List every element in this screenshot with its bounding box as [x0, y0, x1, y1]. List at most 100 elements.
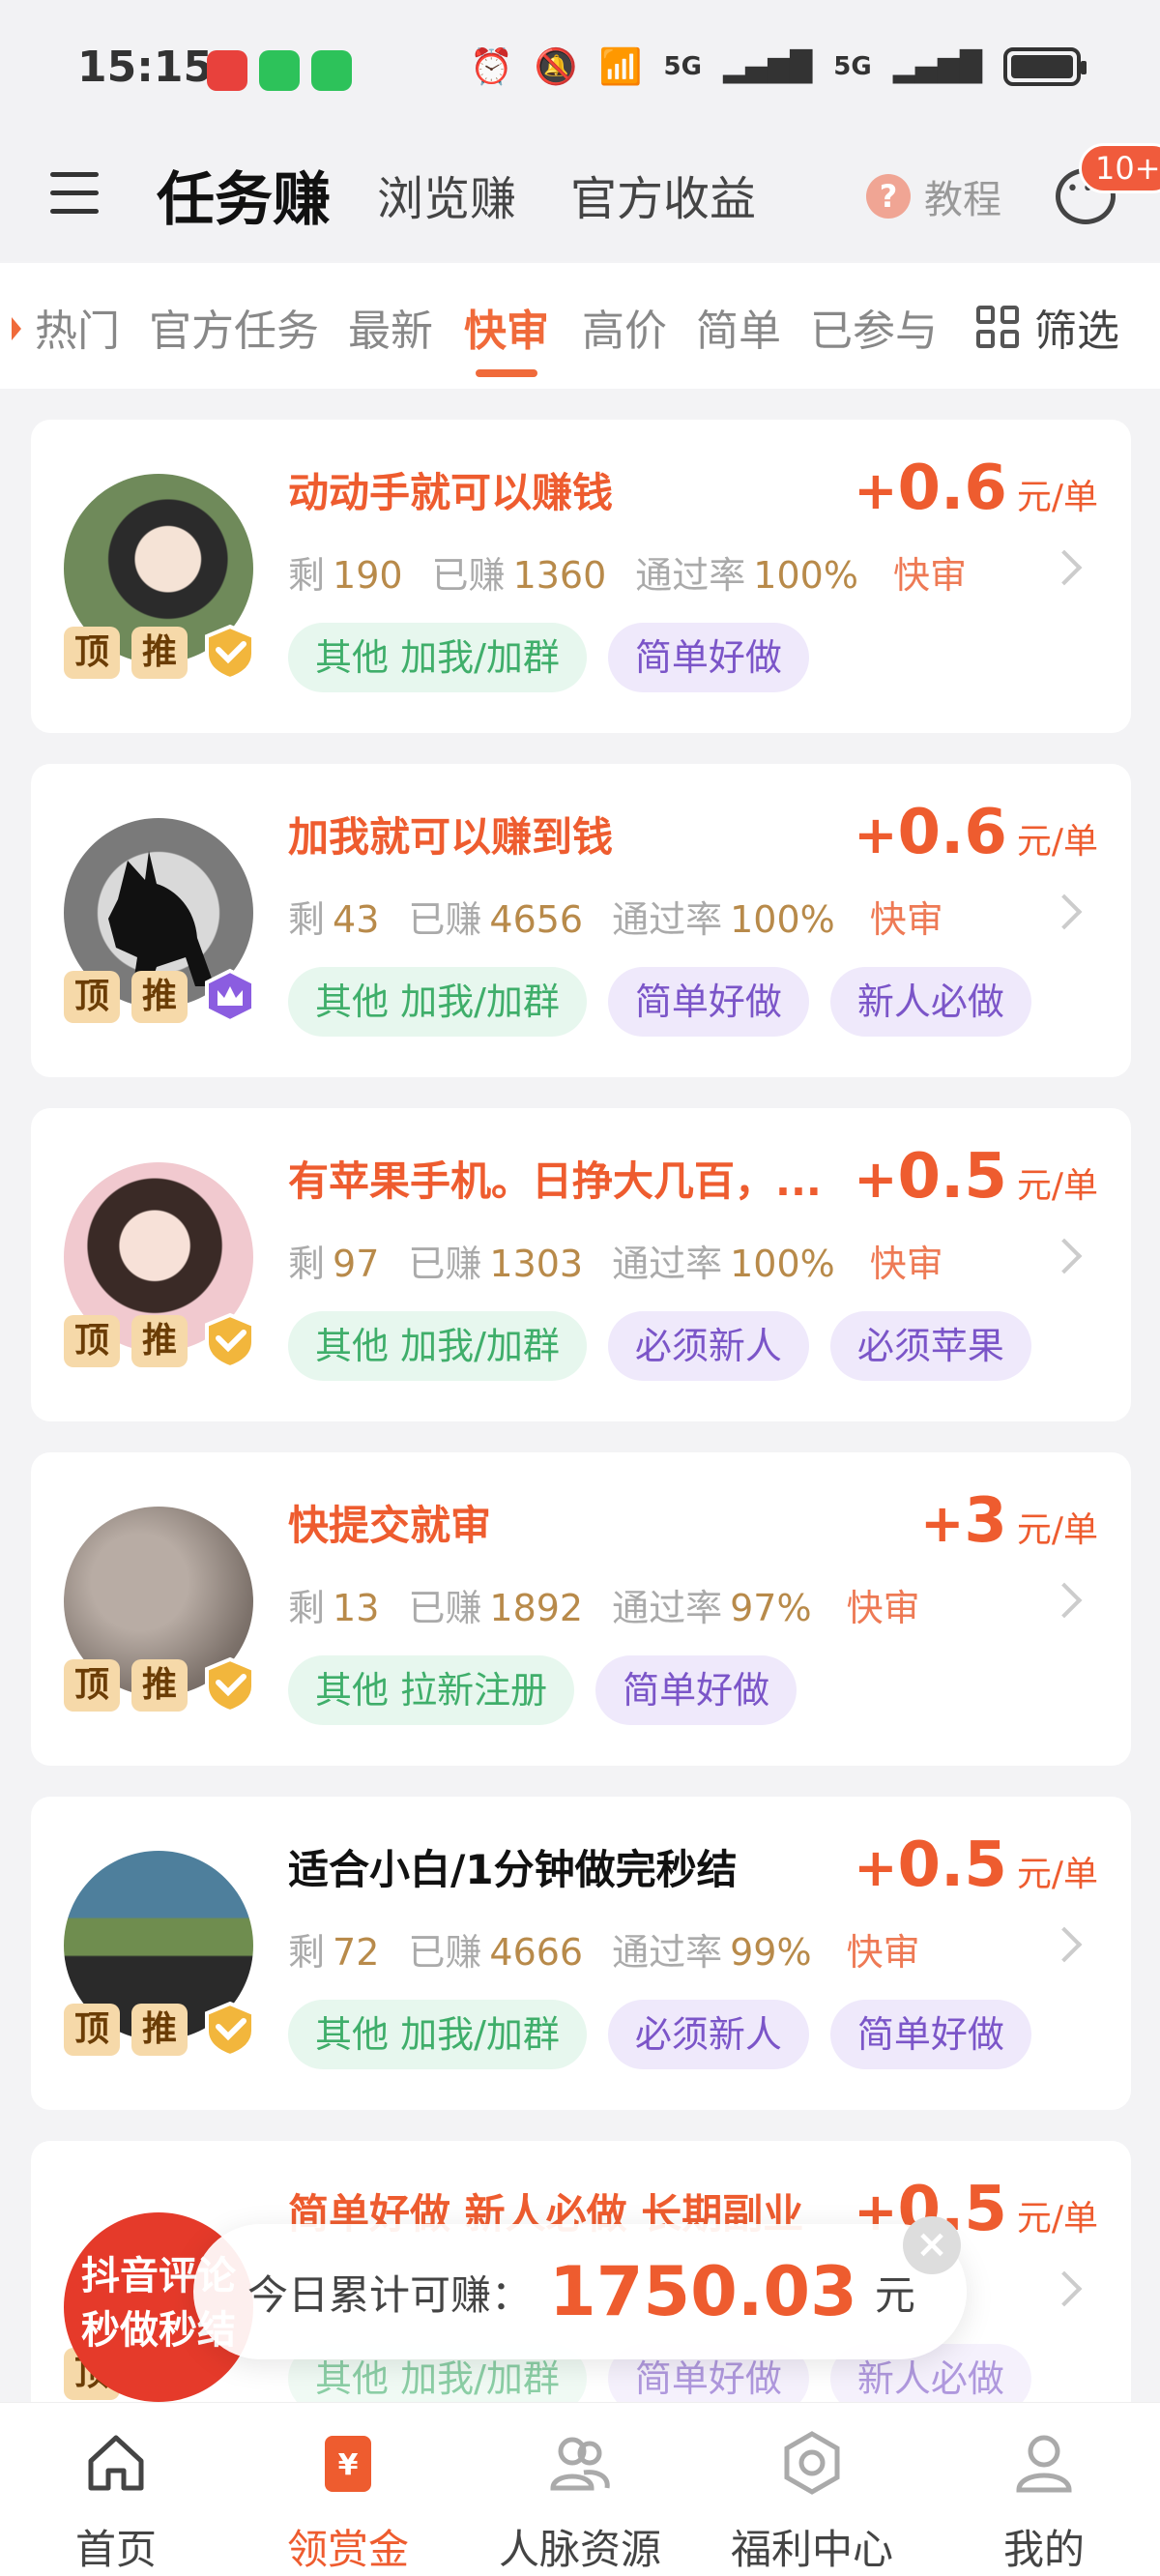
task-title: 动动手就可以赚钱: [288, 469, 614, 516]
earned-label: 已赚: [408, 1243, 482, 1285]
menu-icon[interactable]: [50, 172, 99, 215]
price-value: 0.5: [897, 1141, 1007, 1213]
earnings-unit: 元: [874, 2270, 915, 2319]
price-unit: 元/单: [1016, 1510, 1098, 1550]
nav-label: 我的: [1002, 2526, 1085, 2573]
task-card[interactable]: 顶 推 加我就可以赚到钱 +0.6 元/单 剩 43 已赚 4656 通过率 100% 快审 …: [31, 764, 1131, 1077]
tutorial-button[interactable]: ? 教程: [866, 168, 1001, 224]
nav-label: 福利中心: [730, 2526, 893, 2573]
tag-chip: 必须新人: [607, 1311, 809, 1381]
remaining-value: 97: [333, 1243, 380, 1285]
recommend-tag: 推: [131, 2004, 188, 2056]
task-card[interactable]: 顶 推 动动手就可以赚钱 +0.6 元/单 剩 190 已赚 1360 通过率 100% 快审…: [31, 420, 1131, 733]
tab-official-income[interactable]: 官方收益: [570, 161, 756, 228]
price-unit: 元/单: [1016, 822, 1098, 862]
question-icon: ?: [866, 174, 911, 219]
profile-icon: [1016, 2435, 1072, 2493]
task-tags: 其他 加我/加群 简单好做 新人必做: [288, 967, 1031, 1037]
pass-rate-label: 通过率: [635, 554, 746, 597]
nav-profile[interactable]: 我的: [928, 2403, 1160, 2576]
remaining-label: 剩: [288, 1587, 326, 1629]
tag-chip: 新人必做: [829, 967, 1031, 1037]
tag-chip: 简单好做: [607, 967, 809, 1037]
category-high-price[interactable]: 高价: [582, 296, 667, 358]
task-stats: 剩 190 已赚 1360 通过率 100% 快审: [288, 545, 967, 599]
task-card[interactable]: 顶 推 快提交就审 +3 元/单 剩 13 已赚 1892 通过率 97% 快审 其他 拉新注…: [31, 1452, 1131, 1766]
recommend-tag: 推: [131, 1315, 188, 1367]
task-tags: 其他 拉新注册 简单好做: [288, 1655, 798, 1725]
wifi-icon: 📶: [598, 47, 643, 87]
chevron-right-icon: [1046, 2270, 1083, 2307]
category-hot[interactable]: 热门: [35, 296, 120, 358]
signal-icon: ▂▄▆█: [722, 49, 813, 84]
remaining-label: 剩: [288, 554, 326, 597]
tags-overflow-fade: [1092, 2000, 1131, 2069]
nav-welfare[interactable]: 福利中心: [696, 2403, 928, 2576]
tags-overflow-fade: [1092, 967, 1131, 1037]
pass-rate-label: 通过率: [612, 1243, 723, 1285]
price-value: 0.6: [897, 453, 1007, 524]
task-list: 顶 推 动动手就可以赚钱 +0.6 元/单 剩 190 已赚 1360 通过率 100% 快审…: [31, 420, 1131, 2485]
pass-rate-value: 100%: [753, 554, 858, 597]
recommend-tag: 推: [131, 1659, 188, 1712]
earnings-amount: 1750.03: [549, 2252, 857, 2331]
task-tags: 其他 加我/加群 简单好做: [288, 623, 809, 692]
pass-rate-value: 97%: [730, 1587, 812, 1629]
pass-rate-label: 通过率: [612, 1931, 723, 1974]
alarm-icon: ⏰: [470, 47, 513, 87]
filter-button[interactable]: 筛选: [967, 296, 1119, 358]
category-joined[interactable]: 已参与: [810, 296, 938, 358]
task-title: 有苹果手机。日挣大几百，...: [288, 1157, 822, 1205]
price-unit: 元/单: [1016, 478, 1098, 517]
task-card[interactable]: 顶 推 适合小白/1分钟做完秒结 +0.5 元/单 剩 72 已赚 4666 通过率 99%…: [31, 1797, 1131, 2110]
price-unit: 元/单: [1016, 1166, 1098, 1206]
task-title: 加我就可以赚到钱: [288, 813, 614, 861]
contacts-icon: [550, 2437, 610, 2491]
chevron-right-icon: [1046, 893, 1083, 930]
task-price: +3 元/单: [920, 1485, 1098, 1557]
verified-shield-icon: [205, 1656, 255, 1713]
review-speed: 快审: [869, 898, 943, 941]
verified-shield-icon: [205, 624, 255, 681]
earned-label: 已赚: [431, 554, 506, 597]
task-price: +0.6 元/单: [854, 453, 1098, 524]
daily-earnings-banner[interactable]: 今日累计可赚： 1750.03 元: [193, 2224, 967, 2359]
tab-task-earn[interactable]: 任务赚: [157, 153, 331, 237]
nav-home[interactable]: 首页: [0, 2403, 232, 2576]
nav-label: 人脉资源: [498, 2526, 661, 2573]
nav-label: 领赏金: [286, 2526, 409, 2573]
tab-browse-earn[interactable]: 浏览赚: [377, 161, 516, 228]
task-tags: 其他 加我/加群 必须新人 必须苹果: [288, 1311, 1031, 1381]
tag-chip: 其他 加我/加群: [288, 2000, 587, 2069]
task-card[interactable]: 顶 推 有苹果手机。日挣大几百，... +0.5 元/单 剩 97 已赚 1303 通过率…: [31, 1108, 1131, 1421]
earned-value: 4666: [489, 1931, 584, 1974]
filter-label: 筛选: [1034, 307, 1119, 356]
review-speed: 快审: [846, 1587, 920, 1629]
category-fast-review[interactable]: 快审: [464, 296, 549, 358]
nav-contacts[interactable]: 人脉资源: [464, 2403, 696, 2576]
category-official[interactable]: 官方任务: [149, 296, 319, 358]
review-speed: 快审: [892, 554, 967, 597]
nav-bounty[interactable]: ¥ 领赏金: [232, 2403, 464, 2576]
category-newest[interactable]: 最新: [348, 296, 433, 358]
scroll-left-icon: [12, 317, 21, 340]
wechat-app-icon-2: [311, 50, 352, 91]
tag-chip: 其他 拉新注册: [288, 1655, 575, 1725]
earned-value: 1360: [512, 554, 607, 597]
tags-overflow-fade: [1092, 1311, 1131, 1381]
recommend-tag: 推: [131, 627, 188, 679]
task-price: +0.6 元/单: [854, 797, 1098, 868]
recommend-tag: 推: [131, 971, 188, 1023]
pinned-tag: 顶: [64, 1659, 120, 1712]
battery-icon: [1003, 47, 1087, 86]
task-title: 快提交就审: [288, 1502, 492, 1549]
category-simple[interactable]: 简单: [696, 296, 781, 358]
tag-chip: 其他 加我/加群: [288, 967, 587, 1037]
tag-chip: 简单好做: [829, 2000, 1031, 2069]
remaining-label: 剩: [288, 898, 326, 941]
price-value: 0.6: [897, 797, 1007, 868]
wechat-app-icon: [259, 50, 300, 91]
close-icon[interactable]: ×: [903, 2216, 961, 2274]
tag-chip: 简单好做: [607, 623, 809, 692]
earnings-label: 今日累计可赚：: [247, 2270, 533, 2319]
